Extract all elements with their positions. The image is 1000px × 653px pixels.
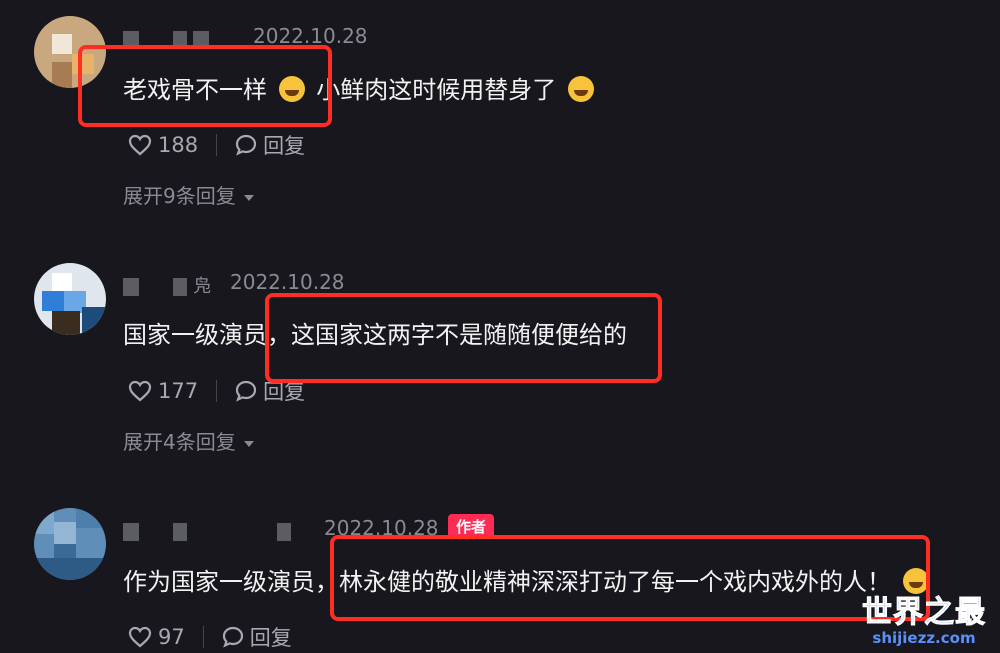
divider [216,380,218,402]
highlight-box [78,45,332,127]
chevron-down-icon [243,194,254,201]
rofl-emoji-icon [567,76,594,102]
highlight-box [330,535,930,621]
comment-text-part-2: 小鲜肉这时候用替身了 [316,76,557,104]
reply-bubble-icon[interactable] [222,626,244,648]
reply-bubble-icon[interactable] [235,380,257,402]
comment-actions: 188 回复 [128,130,305,160]
reply-bubble-icon[interactable] [235,134,257,156]
heart-icon[interactable] [128,380,152,402]
heart-icon[interactable] [128,134,152,156]
avatar[interactable] [34,508,106,580]
expand-replies-label: 展开4条回复 [123,430,236,454]
expand-replies-label: 展开9条回复 [123,184,236,208]
expand-replies-button[interactable]: 展开4条回复 [123,426,254,455]
comment-actions: 97 回复 [128,622,292,652]
reply-button[interactable]: 回复 [263,130,305,160]
avatar[interactable] [34,263,106,335]
comment-date: 2022.10.28 [230,270,345,294]
heart-icon[interactable] [128,626,152,648]
highlight-box [265,293,662,383]
like-count: 177 [158,379,199,403]
watermark-url: shijiezz.com [872,629,976,647]
chevron-down-icon [243,440,254,447]
username-redacted[interactable]: 凫 [123,272,212,298]
like-count: 188 [158,133,199,157]
watermark-logo: 世界之最 shijiezz.com [862,587,986,648]
username-fragment: 凫 [193,276,212,297]
divider [216,134,218,156]
like-count: 97 [158,625,185,649]
watermark-title: 世界之最 [862,595,986,631]
expand-replies-button[interactable]: 展开9条回复 [123,180,254,209]
divider [202,626,204,648]
username-redacted[interactable] [123,518,297,542]
reply-button[interactable]: 回复 [250,622,292,652]
